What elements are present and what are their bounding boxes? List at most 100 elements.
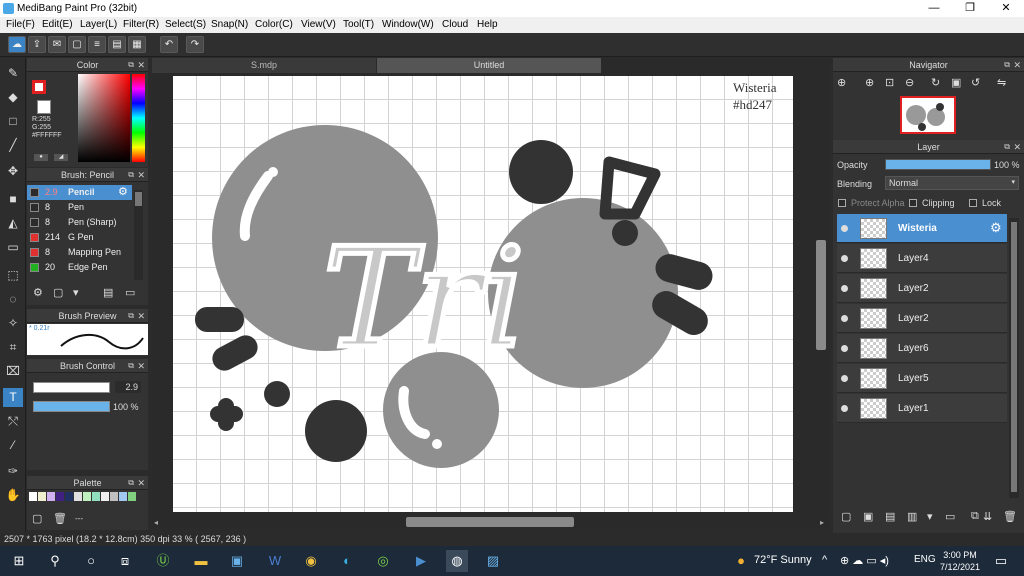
palette-swatch[interactable] [101, 492, 109, 501]
palette-swatch[interactable] [29, 492, 37, 501]
visibility-eye-icon[interactable] [841, 345, 848, 352]
add-palette-icon[interactable]: ▢ [32, 512, 42, 525]
palette-swatch[interactable] [92, 492, 100, 501]
chevron-up-icon[interactable]: ^ [822, 554, 827, 566]
brush-item[interactable]: 2.9 Pencil [27, 185, 132, 200]
document-icon[interactable]: ≡ [88, 36, 106, 53]
menu-color[interactable]: Color(C) [255, 17, 293, 33]
duplicate-layer-icon[interactable]: ⧉ [971, 510, 979, 523]
bucket-tool-icon[interactable]: ◭ [3, 214, 23, 233]
notification-icon[interactable]: ▭ [990, 550, 1012, 572]
visibility-eye-icon[interactable] [841, 405, 848, 412]
saturation-value-picker[interactable] [78, 74, 130, 162]
popout-icon[interactable]: ⧉ [128, 476, 134, 490]
word-icon[interactable]: W [264, 550, 286, 572]
layer-list-scrollbar[interactable] [1009, 218, 1019, 498]
add-8bit-layer-icon[interactable]: ▤ [885, 510, 895, 523]
scroll-right-icon[interactable]: ▸ [820, 518, 824, 527]
weather-text[interactable]: 72°F Sunny [754, 554, 812, 566]
close-icon[interactable]: ✕ [137, 168, 145, 182]
menu-layer[interactable]: Layer(L) [80, 17, 117, 33]
protect-alpha-checkbox[interactable] [838, 199, 846, 207]
visibility-eye-icon[interactable] [841, 285, 848, 292]
popout-icon[interactable]: ⧉ [128, 58, 134, 72]
close-icon[interactable]: ✕ [137, 58, 145, 72]
brush-item[interactable]: 20 Edge Pen [27, 260, 132, 275]
palette-swatch[interactable] [110, 492, 118, 501]
brush-item[interactable]: 8 Pen [27, 200, 132, 215]
add-1bit-layer-icon[interactable]: ▥ [907, 510, 917, 523]
edge-icon[interactable]: ◐ [336, 550, 358, 572]
vertical-scroll-thumb[interactable] [816, 240, 826, 350]
cortana-icon[interactable]: ○ [80, 550, 102, 572]
grid-icon[interactable]: ▦ [128, 36, 146, 53]
search-icon[interactable]: ⚲ [44, 550, 66, 572]
delete-layer-icon[interactable]: 🗑 [1003, 510, 1017, 523]
layer-folder-icon[interactable]: ▭ [945, 510, 955, 523]
zoom-icon[interactable]: ▶ [410, 550, 432, 572]
upwork-icon[interactable]: Ⓤ [152, 550, 174, 572]
navigator-thumbnail[interactable] [900, 96, 956, 134]
menu-help[interactable]: Help [477, 17, 498, 33]
menu-window[interactable]: Window(W) [382, 17, 434, 33]
restore-icon[interactable]: ❐ [953, 0, 987, 17]
menu-file[interactable]: File(F) [6, 17, 35, 33]
brush-list-scrollbar[interactable] [134, 190, 143, 280]
actual-size-icon[interactable]: ▣ [951, 76, 961, 89]
store-icon[interactable]: ▣ [226, 550, 248, 572]
undo-icon[interactable]: ↶ [160, 36, 178, 53]
hand-tool-icon[interactable]: ✋ [3, 486, 23, 505]
select-tool-icon[interactable]: ⬚ [3, 266, 23, 285]
blending-select[interactable]: Normal ▾ [885, 176, 1019, 190]
add-halftone-layer-icon[interactable]: ▣ [863, 510, 873, 523]
zoom-in-icon[interactable]: ⊕ [837, 76, 846, 89]
page-icon[interactable]: ▤ [108, 36, 126, 53]
close-icon[interactable]: ✕ [137, 309, 145, 323]
add-brush-icon[interactable]: ▢ [53, 286, 63, 299]
palette-swatch[interactable] [56, 492, 64, 501]
menu-edit[interactable]: Edit(E) [42, 17, 73, 33]
color-option-button[interactable]: ● [34, 154, 48, 161]
brush-settings-icon[interactable]: ⚙ [33, 286, 43, 299]
eraser-tool-icon[interactable]: ◆ [3, 88, 23, 107]
visibility-eye-icon[interactable] [841, 375, 848, 382]
close-icon[interactable]: ✕ [1013, 58, 1021, 72]
photos-icon[interactable]: ▨ [482, 550, 504, 572]
menu-cloud[interactable]: Cloud [442, 17, 468, 33]
visibility-eye-icon[interactable] [841, 255, 848, 262]
gradient-tool-icon[interactable]: ▭ [3, 238, 23, 257]
layer-opacity-slider[interactable] [885, 159, 991, 170]
brush-size-slider[interactable] [33, 382, 110, 393]
lock-checkbox[interactable] [969, 199, 977, 207]
visibility-eye-icon[interactable] [841, 225, 848, 232]
gear-icon[interactable]: ⚙ [118, 185, 128, 198]
brush-item[interactable]: 8 Pen (Sharp) [27, 215, 132, 230]
brush-menu-icon[interactable]: ▾ [73, 286, 79, 299]
layer-menu-icon[interactable]: ▾ [927, 510, 933, 523]
brush-folder-icon[interactable]: ▭ [125, 286, 135, 299]
file-explorer-icon[interactable]: ▬ [190, 550, 212, 572]
vertical-scrollbar[interactable] [815, 76, 827, 516]
merge-layer-icon[interactable]: ⇊ [983, 510, 992, 523]
menu-view[interactable]: View(V) [301, 17, 336, 33]
text-tool-icon[interactable]: T [3, 388, 23, 407]
upload-icon[interactable]: ⇪ [28, 36, 46, 53]
chrome-canary-icon[interactable]: ◎ [372, 550, 394, 572]
brush-opacity-slider[interactable] [33, 401, 110, 412]
clipping-checkbox[interactable] [909, 199, 917, 207]
shape-tool-icon[interactable]: □ [3, 112, 23, 131]
menu-tool[interactable]: Tool(T) [343, 17, 374, 33]
fit-icon[interactable]: ⊡ [885, 76, 894, 89]
menu-select[interactable]: Select(S) [165, 17, 206, 33]
flip-icon[interactable]: ⇋ [997, 76, 1006, 89]
layer-row[interactable]: Layer6 [837, 334, 1007, 363]
cloud-icon[interactable]: ☁ [8, 36, 26, 53]
eyedropper-tool-icon[interactable]: ⁄ [3, 436, 23, 455]
new-document-icon[interactable]: ▢ [68, 36, 86, 53]
brush-tool-icon[interactable]: ✎ [3, 64, 23, 83]
popout-icon[interactable]: ⧉ [128, 168, 134, 182]
brush-item[interactable]: 8 Mapping Pen [27, 245, 132, 260]
reset-rotate-icon[interactable]: ↺ [971, 76, 980, 89]
add-layer-icon[interactable]: ▢ [841, 510, 851, 523]
lasso-tool-icon[interactable]: ◌ [3, 290, 23, 309]
